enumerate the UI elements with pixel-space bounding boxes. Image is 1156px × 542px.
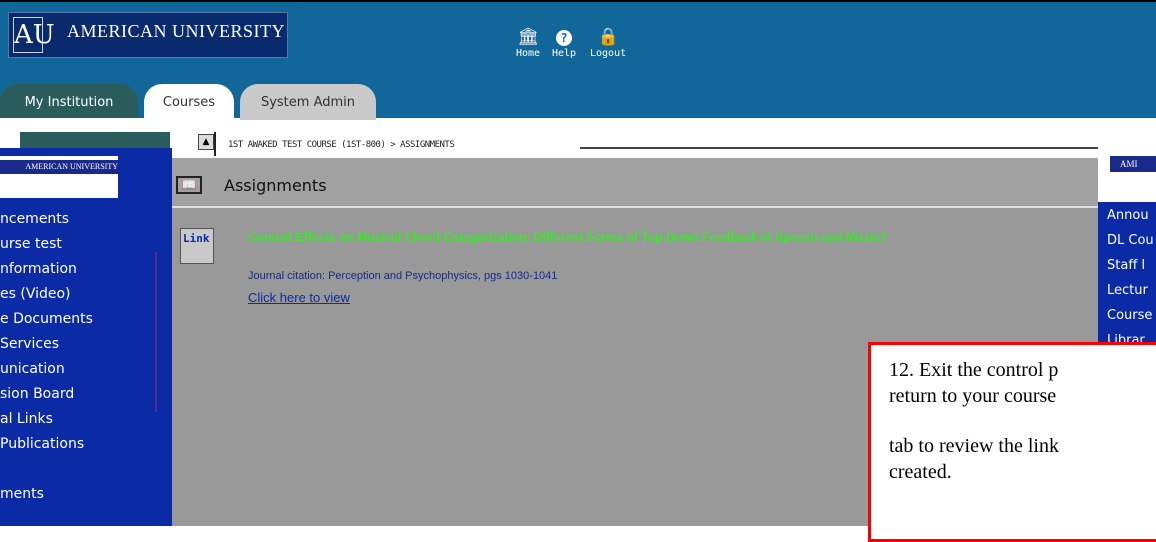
help-link[interactable]: ? Help <box>552 26 576 59</box>
lock-icon: 🔒 <box>597 27 619 47</box>
right-menu-item[interactable]: Annou <box>1107 208 1149 224</box>
page-title: Assignments <box>224 176 327 195</box>
course-menu-item[interactable]: ments <box>0 486 44 502</box>
right-menu-item[interactable]: Staff I <box>1107 258 1145 274</box>
book-icon: 📖 <box>176 176 202 194</box>
assignment-item-title: Context Effects on Musical Chord Categor… <box>248 230 888 244</box>
tab-my-institution[interactable]: My Institution <box>0 84 138 120</box>
course-menu-item[interactable]: Publications <box>0 436 84 452</box>
course-menu-item[interactable]: e Documents <box>0 311 93 327</box>
course-menu-logo-text: AMERICAN UNIVERSITY <box>0 160 118 174</box>
click-here-to-view-link[interactable]: Click here to view <box>248 290 350 305</box>
frame-divider <box>155 252 157 412</box>
breadcrumb-rule <box>580 147 1100 149</box>
instruction-callout: 12. Exit the control p return to your co… <box>868 342 1156 542</box>
home-label: Home <box>516 48 541 59</box>
tab-courses[interactable]: Courses <box>144 84 234 120</box>
external-link-icon: Link <box>180 228 214 264</box>
callout-line: tab to review the link <box>889 435 1059 457</box>
logout-label: Logout <box>590 48 627 59</box>
callout-spacer <box>889 409 1156 433</box>
au-logo-mark: AU <box>13 17 55 53</box>
breadcrumb: 1ST AWAKED TEST COURSE (1ST-800) > ASSIG… <box>228 140 455 150</box>
right-menu-logo: AMI <box>1110 148 1156 190</box>
top-header: AU AMERICAN UNIVERSITY 🏛 Home ? Help 🔒 L… <box>0 0 1156 120</box>
help-label: Help <box>552 48 577 59</box>
brand-name: AMERICAN UNIVERSITY <box>67 21 285 41</box>
scroll-up-arrow-icon[interactable]: ▲ <box>198 134 214 150</box>
course-menu-item[interactable]: unication <box>0 361 65 377</box>
tab-system-admin[interactable]: System Admin <box>240 84 376 120</box>
logout-link[interactable]: 🔒 Logout <box>590 26 626 59</box>
home-link[interactable]: 🏛 Home <box>516 26 540 59</box>
course-menu-item[interactable]: urse test <box>0 236 62 252</box>
course-menu-item[interactable]: al Links <box>0 411 53 427</box>
callout-line: return to your course <box>889 385 1057 407</box>
course-menu-frame: AMERICAN UNIVERSITY ncements urse test n… <box>0 118 196 526</box>
help-icon: ? <box>552 26 576 48</box>
right-logo-text: AMI <box>1110 156 1156 172</box>
callout-line: created. <box>889 461 952 483</box>
course-menu-logo: AMERICAN UNIVERSITY <box>0 156 118 198</box>
assignment-item-description: Journal citation: Perception and Psychop… <box>248 270 558 282</box>
top-nav: 🏛 Home ? Help 🔒 Logout <box>512 26 652 70</box>
right-menu-item[interactable]: DL Cou <box>1107 233 1154 249</box>
course-menu-item[interactable]: es (Video) <box>0 286 71 302</box>
course-menu-item[interactable]: Services <box>0 336 59 352</box>
university-logo[interactable]: AU AMERICAN UNIVERSITY <box>8 12 288 58</box>
course-menu-item[interactable]: ncements <box>0 211 69 227</box>
right-menu-item[interactable]: Lectur <box>1107 283 1148 299</box>
content-header: 📖 Assignments <box>172 158 1098 208</box>
home-icon: 🏛 <box>517 27 539 47</box>
callout-line: 12. Exit the control p <box>889 359 1059 381</box>
right-menu-item[interactable]: Course <box>1107 308 1152 324</box>
frame-border <box>214 132 216 156</box>
course-menu: AMERICAN UNIVERSITY ncements urse test n… <box>0 148 172 526</box>
course-menu-item[interactable]: sion Board <box>0 386 74 402</box>
course-menu-item[interactable]: nformation <box>0 261 77 277</box>
link-icon-label: Link <box>183 232 210 245</box>
